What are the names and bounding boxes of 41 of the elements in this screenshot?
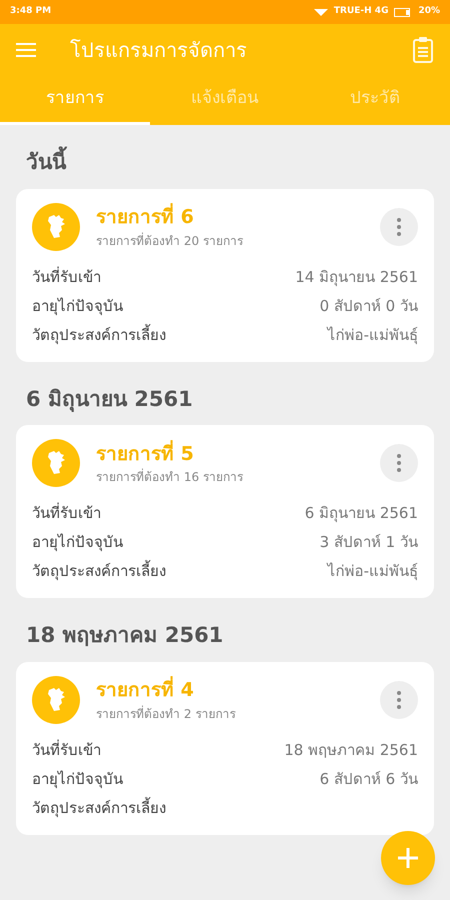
more-button[interactable] — [380, 208, 418, 246]
app-title: โปรแกรมการจัดการ — [70, 37, 248, 64]
plus-icon — [397, 847, 419, 869]
battery-level: 20% — [418, 5, 440, 18]
row-label: วันที่รับเข้า — [32, 738, 101, 761]
row-label: วัตถุประสงค์การเลี้ยง — [32, 796, 166, 820]
card-title: รายการที่ 5 — [96, 440, 364, 468]
carrier-label: TRUE-H 4G — [334, 5, 388, 18]
card-subtitle: รายการที่ต้องทำ 16 รายการ — [96, 468, 244, 486]
card-subtitle: รายการที่ต้องทำ 2 รายการ — [96, 704, 236, 723]
battery-icon — [394, 8, 412, 16]
card-subtitle: รายการที่ต้องทำ 20 รายการ — [96, 232, 244, 250]
more-button[interactable] — [380, 680, 418, 718]
row-value: 3 สัปดาห์ 1 วัน — [320, 532, 418, 554]
row-label: วันที่รับเข้า — [32, 266, 101, 288]
row-value: 14 มิถุนายน 2561 — [295, 266, 418, 288]
list-card[interactable]: รายการที่ 5 รายการที่ต้องทำ 16 รายการ วันที่รับเข้า 6 มิถุนายน 2561 อายุไก่ปัจจุบัน 3 สัปดาห์ 1 วัน วัตถุประสงค์การเลี้ยง ไก่พ่อ-แม่พันธุ์ — [16, 425, 434, 598]
row-value: 6 สัปดาห์ 6 วัน — [320, 768, 418, 790]
card-title: รายการที่ 4 — [96, 676, 364, 705]
list-card[interactable]: รายการที่ 4 รายการที่ต้องทำ 2 รายการ วันที่รับเข้า 18 พฤษภาคม 2561 อายุไก่ปัจจุบัน 6 สัปดาห์ 6 วัน วัตถุประสงค์การเลี้ยง — [16, 662, 434, 834]
section-heading: 18 พฤษภาคม 2561 — [25, 622, 224, 649]
row-value: 6 มิถุนายน 2561 — [304, 503, 418, 524]
clipboard-icon[interactable] — [412, 36, 434, 64]
row-value: 0 สัปดาห์ 0 วัน — [320, 296, 418, 317]
signal-icon — [314, 8, 328, 16]
row-value: ไก่พ่อ-แม่พันธุ์ — [328, 561, 418, 582]
row-label: อายุไก่ปัจจุบัน — [32, 532, 123, 554]
list-card[interactable]: รายการที่ 6 รายการที่ต้องทำ 20 รายการ วันที่รับเข้า 14 มิถุนายน 2561 อายุไก่ปัจจุบัน 0 สัปดาห์ 0 วัน วัตถุประสงค์การเลี้ยง ไก่พ่อ-แม่พันธุ์ — [16, 188, 434, 362]
row-value: ไก่พ่อ-แม่พันธุ์ — [328, 324, 418, 346]
card-title: รายการที่ 6 — [96, 203, 364, 232]
row-label: อายุไก่ปัจจุบัน — [32, 296, 123, 318]
row-value: 18 พฤษภาคม 2561 — [284, 740, 418, 761]
add-button[interactable] — [381, 831, 435, 885]
row-label: อายุไก่ปัจจุบัน — [32, 768, 123, 790]
row-label: วัตถุประสงค์การเลี้ยง — [32, 560, 166, 582]
section-heading: 6 มิถุนายน 2561 — [25, 386, 194, 414]
status-time: 3:48 PM — [10, 5, 52, 18]
more-button[interactable] — [380, 444, 418, 482]
row-label: วันที่รับเข้า — [32, 502, 101, 524]
section-heading: วันนี้ — [16, 125, 434, 188]
row-label: วัตถุประสงค์การเลี้ยง — [32, 324, 166, 346]
